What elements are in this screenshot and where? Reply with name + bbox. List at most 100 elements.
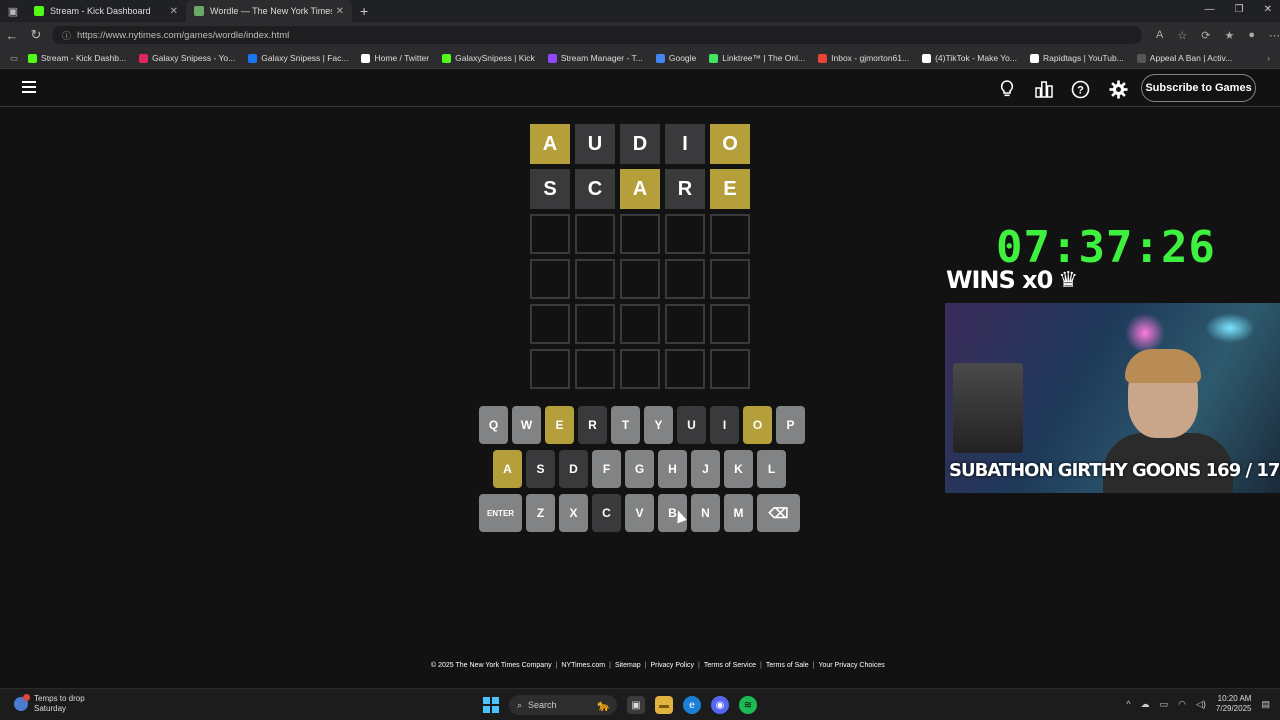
- key-q[interactable]: Q: [479, 406, 508, 444]
- taskbar-search[interactable]: ⌕ Search 🐆: [509, 695, 617, 715]
- bookmark-label: Galaxy Snipess - Yo...: [152, 53, 236, 63]
- bookmark-item[interactable]: Rapidtags | YouTub...: [1029, 53, 1124, 63]
- bookmark-item[interactable]: Linktree™ | The Onl...: [709, 53, 805, 63]
- bookmark-list: Stream - Kick Dashb... Galaxy Snipess - Y…: [28, 53, 1245, 63]
- more-menu-icon[interactable]: ⋯: [1269, 29, 1280, 42]
- help-icon[interactable]: ?: [1070, 79, 1090, 99]
- network-icon[interactable]: ▭: [1160, 699, 1169, 710]
- bookmark-item[interactable]: Inbox - gjmorton61...: [818, 53, 909, 63]
- spotify-icon[interactable]: ≋: [739, 696, 757, 714]
- board-tile: E: [710, 169, 750, 209]
- footer-link[interactable]: Terms of Service: [704, 662, 756, 669]
- notification-icon[interactable]: ▤: [1261, 699, 1270, 710]
- browser-tab[interactable]: Wordle — The New York Times ✕: [186, 0, 352, 22]
- bookmark-item[interactable]: Galaxy Snipess | Fac...: [248, 53, 348, 63]
- back-icon[interactable]: ←: [0, 28, 24, 43]
- clock-time: 10:20 AM: [1217, 694, 1252, 703]
- key-w[interactable]: W: [512, 406, 541, 444]
- bookmark-label: Rapidtags | YouTub...: [1042, 53, 1124, 63]
- volume-icon[interactable]: ◁): [1196, 699, 1206, 710]
- task-view-icon[interactable]: ▣: [627, 696, 645, 714]
- weather-widget[interactable]: Temps to drop Saturday: [14, 694, 85, 714]
- bookmark-item[interactable]: (4)TikTok - Make Yo...: [922, 53, 1017, 63]
- url-field[interactable]: ⓘ https://www.nytimes.com/games/wordle/i…: [52, 26, 1142, 44]
- bookmark-favicon-icon: [1136, 53, 1146, 63]
- refresh-extension-icon[interactable]: ⟳: [1201, 29, 1210, 42]
- footer-link[interactable]: Privacy Policy: [650, 662, 694, 669]
- key-o[interactable]: O: [743, 406, 772, 444]
- settings-icon[interactable]: [1108, 79, 1128, 99]
- key-d[interactable]: D: [559, 450, 588, 488]
- key-u[interactable]: U: [677, 406, 706, 444]
- file-explorer-icon[interactable]: ▬: [655, 696, 673, 714]
- favorite-star-icon[interactable]: ☆: [1177, 29, 1187, 42]
- refresh-icon[interactable]: ↻: [24, 27, 48, 43]
- bookmark-item[interactable]: Google: [655, 53, 696, 63]
- wifi-icon[interactable]: ◠: [1178, 699, 1186, 710]
- bookmark-item[interactable]: Stream Manager - T...: [547, 53, 643, 63]
- bookmark-label: Stream - Kick Dashb...: [41, 53, 127, 63]
- tray-overflow-icon[interactable]: ^: [1126, 699, 1130, 709]
- key-e[interactable]: E: [545, 406, 574, 444]
- key-g[interactable]: G: [625, 450, 654, 488]
- key-k[interactable]: K: [724, 450, 753, 488]
- clock[interactable]: 10:20 AM 7/29/2025: [1216, 694, 1252, 714]
- restore-icon[interactable]: ❐: [1235, 4, 1244, 15]
- subscribe-button[interactable]: Subscribe to Games: [1141, 74, 1256, 102]
- bookmark-item[interactable]: Galaxy Snipess - Yo...: [139, 53, 235, 63]
- key-f[interactable]: F: [592, 450, 621, 488]
- crown-icon: ♛: [1058, 267, 1078, 293]
- close-window-icon[interactable]: ✕: [1264, 4, 1272, 15]
- key-l[interactable]: L: [757, 450, 786, 488]
- minimize-icon[interactable]: —: [1205, 4, 1215, 15]
- key-i[interactable]: I: [710, 406, 739, 444]
- tab-favicon-icon: [34, 6, 44, 16]
- bookmarks-overflow-icon[interactable]: ›: [1267, 53, 1270, 63]
- hamburger-menu-icon[interactable]: [22, 81, 36, 93]
- hint-icon[interactable]: [997, 79, 1017, 99]
- footer-link[interactable]: Terms of Sale: [766, 662, 809, 669]
- bookmark-item[interactable]: GalaxySnipess | Kick: [442, 53, 535, 63]
- tab-actions-menu-icon[interactable]: ▣: [0, 0, 26, 22]
- bookmark-favicon-icon: [547, 53, 557, 63]
- key-p[interactable]: P: [776, 406, 805, 444]
- tab-close-icon[interactable]: ✕: [336, 6, 344, 17]
- new-tab-button[interactable]: +: [360, 3, 368, 19]
- site-info-icon[interactable]: ⓘ: [62, 29, 71, 42]
- favorites-icon[interactable]: ★: [1224, 29, 1234, 42]
- clock-date: 7/29/2025: [1215, 704, 1252, 713]
- key-y[interactable]: Y: [644, 406, 673, 444]
- key-x[interactable]: X: [559, 494, 588, 532]
- stats-icon[interactable]: [1034, 79, 1054, 99]
- bookmark-item[interactable]: Home / Twitter: [361, 53, 429, 63]
- tab-close-icon[interactable]: ✕: [170, 6, 178, 17]
- bookmark-item[interactable]: Appeal A Ban | Activ...: [1136, 53, 1232, 63]
- onedrive-icon[interactable]: ☁: [1141, 699, 1150, 710]
- collections-icon[interactable]: ▭: [10, 53, 18, 64]
- key-a[interactable]: A: [493, 450, 522, 488]
- backspace-key[interactable]: ⌫: [757, 494, 800, 532]
- browser-tab[interactable]: Stream - Kick Dashboard ✕: [26, 0, 186, 22]
- footer-link[interactable]: NYTimes.com: [561, 662, 605, 669]
- key-c[interactable]: C: [592, 494, 621, 532]
- edge-browser-icon[interactable]: e: [683, 696, 701, 714]
- footer-link[interactable]: Sitemap: [615, 662, 641, 669]
- key-r[interactable]: R: [578, 406, 607, 444]
- key-z[interactable]: Z: [526, 494, 555, 532]
- key-n[interactable]: N: [691, 494, 720, 532]
- key-h[interactable]: H: [658, 450, 687, 488]
- key-j[interactable]: J: [691, 450, 720, 488]
- bookmark-item[interactable]: Stream - Kick Dashb...: [28, 53, 126, 63]
- footer-link[interactable]: Your Privacy Choices: [818, 662, 884, 669]
- enter-key[interactable]: ENTER: [479, 494, 522, 532]
- address-bar-actions: A ☆ ⟳ ★ ● ⋯: [1156, 29, 1280, 42]
- key-t[interactable]: T: [611, 406, 640, 444]
- key-v[interactable]: V: [625, 494, 654, 532]
- windows-start-icon[interactable]: [483, 697, 499, 713]
- key-s[interactable]: S: [526, 450, 555, 488]
- discord-icon[interactable]: ◉: [711, 696, 729, 714]
- read-aloud-icon[interactable]: A: [1156, 29, 1163, 42]
- profile-avatar[interactable]: ●: [1248, 29, 1255, 42]
- key-m[interactable]: M: [724, 494, 753, 532]
- bookmark-favicon-icon: [1029, 53, 1039, 63]
